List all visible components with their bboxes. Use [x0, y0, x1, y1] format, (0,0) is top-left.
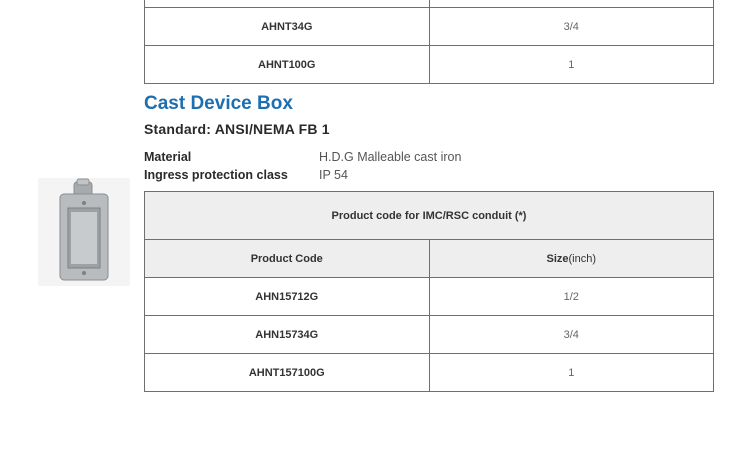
product-code-cell [144, 0, 430, 8]
table-row: AHNT34G 3/4 [144, 7, 714, 46]
size-cell: 1 [428, 353, 714, 392]
cast-device-box-photo [38, 178, 130, 286]
size-cell: 1 [428, 45, 714, 84]
material-label: Material [144, 150, 192, 164]
size-cell: 3/4 [428, 7, 714, 46]
size-cell: 1/2 [428, 277, 714, 316]
previous-size-table: AHNT34G 3/4 AHNT100G 1 [144, 0, 714, 84]
product-code-table: Product code for IMC/RSC conduit (*) Pro… [144, 191, 714, 392]
ingress-protection-label: Ingress protection class [144, 168, 288, 182]
section-title: Cast Device Box [144, 93, 293, 114]
table-caption-row: Product code for IMC/RSC conduit (*) [144, 191, 714, 240]
ingress-protection-value: IP 54 [319, 168, 348, 182]
table-row: AHNT157100G 1 [144, 353, 714, 392]
size-header-unit: (inch) [568, 252, 597, 265]
product-code-cell: AHNT157100G [144, 353, 430, 392]
product-code-cell: AHNT34G [144, 7, 430, 46]
size-cell: 3/4 [428, 315, 714, 354]
size-header: Size(inch) [428, 239, 714, 278]
product-code-cell: AHN15734G [144, 315, 430, 354]
table-row: AHN15734G 3/4 [144, 315, 714, 354]
size-header-label: Size [546, 252, 569, 265]
product-code-cell: AHNT100G [144, 45, 430, 84]
table-row [144, 0, 714, 8]
table-row: AHNT100G 1 [144, 45, 714, 84]
table-caption: Product code for IMC/RSC conduit (*) [144, 191, 714, 240]
standard-label: Standard: ANSI/NEMA FB 1 [144, 121, 330, 137]
size-cell [428, 0, 714, 8]
material-value: H.D.G Malleable cast iron [319, 150, 462, 164]
table-row: AHN15712G 1/2 [144, 277, 714, 316]
product-code-cell: AHN15712G [144, 277, 430, 316]
product-code-header: Product Code [144, 239, 430, 278]
table-header-row: Product Code Size(inch) [144, 239, 714, 278]
